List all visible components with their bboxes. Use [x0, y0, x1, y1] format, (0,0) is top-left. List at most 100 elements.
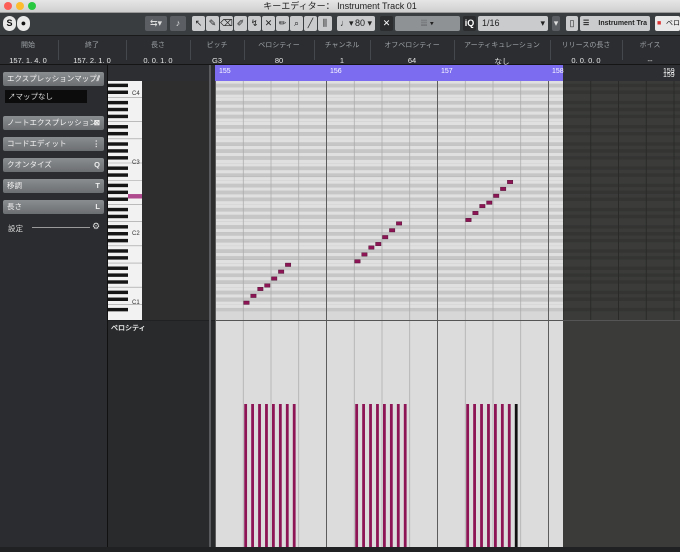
- loop-range[interactable]: [215, 65, 563, 81]
- velocity-bar[interactable]: [258, 404, 261, 547]
- selected-key-highlight[interactable]: [128, 194, 142, 199]
- expression-map-section[interactable]: エクスプレッションマップ ⫽: [3, 72, 104, 86]
- note-D2[interactable]: [361, 252, 368, 257]
- info-end-field[interactable]: 終了 157. 2. 1. 0: [60, 36, 124, 65]
- velocity-lane-outside-range[interactable]: [563, 321, 680, 547]
- note-grid[interactable]: [215, 81, 563, 320]
- note-D1[interactable]: [250, 293, 257, 298]
- velocity-bars[interactable]: [215, 321, 563, 547]
- insert-velocity-field[interactable]: ♩▾ 80 ▾: [337, 16, 375, 31]
- erase-tool-icon[interactable]: ⌫: [220, 16, 233, 31]
- note-G3[interactable]: [493, 193, 500, 198]
- zoom-tool-icon[interactable]: ⌕: [290, 16, 303, 31]
- velocity-bar[interactable]: [389, 404, 393, 547]
- note-expression-section[interactable]: ノートエクスプレッション ⊠: [3, 116, 104, 130]
- chevron-down-icon[interactable]: ▾: [552, 16, 560, 31]
- info-start-field[interactable]: 開始 157. 1. 4. 0: [0, 36, 56, 65]
- info-pitch-value[interactable]: G3: [192, 56, 242, 65]
- velocity-bar[interactable]: [244, 404, 248, 547]
- info-voice-field[interactable]: ボイス --: [624, 36, 676, 65]
- pencil-tool-icon[interactable]: ✏: [276, 16, 289, 31]
- velocity-bar[interactable]: [514, 404, 518, 547]
- velocity-bar[interactable]: [376, 404, 379, 547]
- info-off-velocity-field[interactable]: オフベロシティー 64: [372, 36, 452, 65]
- brush-tool-icon[interactable]: ✐: [234, 16, 247, 31]
- piano-keyboard-keys[interactable]: [108, 81, 142, 320]
- info-articulation-field[interactable]: アーティキュレーション なし: [456, 36, 548, 66]
- autoscroll-icon[interactable]: ⇆▾: [145, 16, 167, 31]
- note-E2[interactable]: [368, 245, 375, 250]
- comp-tool-icon[interactable]: ⫼: [318, 16, 332, 31]
- note-F3[interactable]: [486, 200, 493, 205]
- note-display[interactable]: [215, 81, 563, 320]
- note-A2[interactable]: [389, 228, 396, 233]
- quantize-icon[interactable]: iQ: [463, 16, 476, 31]
- note-G2[interactable]: [382, 235, 389, 240]
- velocity-lane[interactable]: [215, 321, 563, 547]
- current-track-selector[interactable]: ☰ Instrument Tra: [580, 16, 650, 31]
- info-length-field[interactable]: 長さ 0. 0. 1. 0: [128, 36, 188, 65]
- info-pitch-field[interactable]: ピッチ G3: [192, 36, 242, 65]
- info-length-value[interactable]: 0. 0. 1. 0: [128, 56, 188, 65]
- note-E3[interactable]: [479, 204, 486, 209]
- velocity-bar[interactable]: [487, 404, 490, 547]
- show-track-icon[interactable]: ▯: [566, 16, 578, 31]
- velocity-bar[interactable]: [292, 404, 296, 547]
- midi-thru-icon[interactable]: ♪: [170, 16, 186, 31]
- settings-slider[interactable]: [32, 227, 90, 228]
- velocity-bar[interactable]: [507, 404, 511, 547]
- info-channel-field[interactable]: チャンネル 1: [316, 36, 368, 65]
- info-off-velocity-value[interactable]: 64: [372, 56, 452, 65]
- info-voice-value[interactable]: --: [624, 56, 676, 65]
- info-end-value[interactable]: 157. 2. 1. 0: [60, 56, 124, 65]
- note-A1[interactable]: [278, 269, 285, 274]
- velocity-bar[interactable]: [466, 404, 470, 547]
- note-B1[interactable]: [285, 262, 292, 267]
- draw-tool-icon[interactable]: ✎: [206, 16, 219, 31]
- note-F1[interactable]: [264, 283, 271, 288]
- velocity-bar[interactable]: [272, 404, 275, 547]
- lane-divider[interactable]: [215, 320, 680, 321]
- grid-type-dropdown[interactable]: ⦙⦙⦙ ▾: [395, 16, 460, 31]
- note-A3[interactable]: [500, 186, 507, 191]
- velocity-bar[interactable]: [480, 404, 483, 547]
- info-start-value[interactable]: 157. 1. 4. 0: [0, 56, 56, 65]
- note-C3[interactable]: [465, 217, 472, 222]
- trim-tool-icon[interactable]: ↯: [248, 16, 261, 31]
- note-G1[interactable]: [271, 276, 278, 281]
- note-C2[interactable]: [354, 259, 361, 264]
- note-B2[interactable]: [396, 221, 403, 226]
- velocity-bar[interactable]: [473, 404, 476, 547]
- piano-keyboard[interactable]: C4 C3 C2 C1: [108, 81, 142, 320]
- transpose-section[interactable]: 移調 T: [3, 179, 104, 193]
- expression-map-selector[interactable]: ↗マップなし: [5, 90, 87, 103]
- velocity-bar[interactable]: [369, 404, 372, 547]
- record-icon[interactable]: ●: [17, 16, 30, 31]
- colors-menu[interactable]: ■ ベロ: [655, 16, 680, 31]
- object-selection-tool-icon[interactable]: ↖: [192, 16, 205, 31]
- note-F2[interactable]: [375, 242, 382, 247]
- solo-editor-icon[interactable]: S: [3, 16, 16, 31]
- velocity-bar[interactable]: [278, 404, 282, 547]
- velocity-bar[interactable]: [285, 404, 289, 547]
- gear-icon[interactable]: ⚙: [92, 221, 100, 232]
- velocity-bar[interactable]: [355, 404, 359, 547]
- snap-toggle-icon[interactable]: ✕: [380, 16, 393, 31]
- note-C1[interactable]: [243, 300, 250, 305]
- velocity-bar[interactable]: [403, 404, 407, 547]
- info-release-length-field[interactable]: リリースの長さ 0. 0. 0. 0: [552, 36, 620, 65]
- split-tool-icon[interactable]: ✕: [262, 16, 275, 31]
- velocity-bar[interactable]: [494, 404, 497, 547]
- length-section[interactable]: 長さ L: [3, 200, 104, 214]
- note-D3[interactable]: [472, 211, 479, 215]
- info-velocity-value[interactable]: 80: [246, 56, 312, 65]
- velocity-bar[interactable]: [251, 404, 254, 547]
- info-release-length-value[interactable]: 0. 0. 0. 0: [552, 56, 620, 65]
- note-B3[interactable]: [507, 180, 514, 184]
- velocity-bar[interactable]: [396, 404, 400, 547]
- velocity-bar[interactable]: [362, 404, 365, 547]
- quantize-section[interactable]: クオンタイズ Q: [3, 158, 104, 172]
- line-tool-icon[interactable]: ╱: [304, 16, 317, 31]
- info-velocity-field[interactable]: ベロシティー 80: [246, 36, 312, 65]
- chord-edit-section[interactable]: コードエディット ⋮: [3, 137, 104, 151]
